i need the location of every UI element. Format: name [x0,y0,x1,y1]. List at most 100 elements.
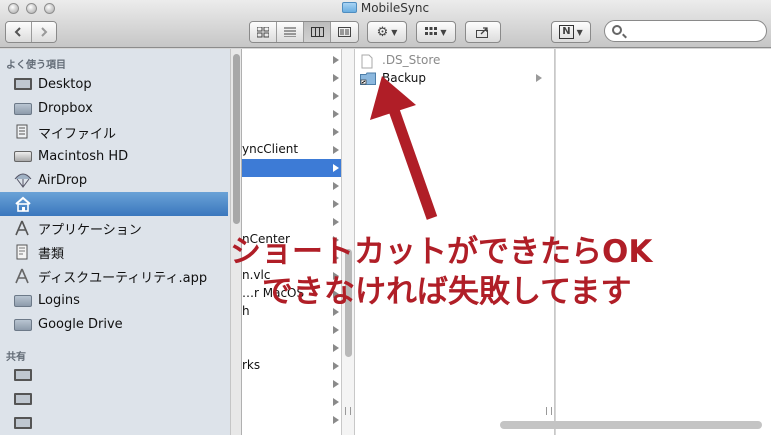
file-row-ds-store[interactable]: .DS_Store [360,51,550,69]
sidebar-item-label: マイファイル [38,126,117,142]
disclosure-arrow-icon [333,326,339,334]
icon-view-button[interactable] [250,22,277,42]
share-button[interactable] [465,21,501,43]
desktop-icon [14,78,32,90]
share-icon [476,26,488,38]
annotation-line-2: できなければ失敗してます [262,274,632,310]
column-row[interactable] [242,105,341,123]
list-view-button[interactable] [277,22,304,42]
coverflow-view-icon [338,27,351,37]
search-icon [612,25,622,35]
column-row[interactable] [242,339,341,357]
column-row-label: rks [242,358,261,372]
column-view-button[interactable] [304,22,331,42]
view-mode-control [249,21,359,43]
sidebar-item-desktop[interactable]: Desktop [0,72,228,96]
column-row[interactable] [242,123,341,141]
column-row[interactable] [242,321,341,339]
disclosure-arrow-icon [333,182,339,190]
sidebar-shared-item[interactable] [0,411,228,435]
search-input[interactable] [627,23,759,39]
dropdown-arrow-icon: ▼ [440,27,447,37]
hard-drive-icon [14,150,32,162]
disclosure-arrow-icon [333,218,339,226]
column-row[interactable] [242,51,341,69]
disclosure-arrow-icon [333,146,339,154]
sidebar-item-logins[interactable]: Logins [0,288,228,312]
column-row[interactable] [242,393,341,411]
sidebar-item-dropbox[interactable]: Dropbox [0,96,228,120]
sidebar-shared-item[interactable] [0,387,228,411]
column-resize-grip[interactable] [546,407,552,415]
n-icon: N [559,25,574,39]
column-row[interactable]: yncClient [242,141,341,159]
sidebar: よく使う項目 Desktop Dropbox マイファイル Macintosh … [0,49,230,435]
column-row[interactable]: rks [242,357,341,375]
forward-button[interactable] [31,22,56,42]
grid-icon [425,27,438,35]
sidebar-item-home[interactable] [0,192,228,216]
column-row[interactable] [242,177,341,195]
sidebar-item-label: AirDrop [38,172,88,188]
scrollbar-thumb[interactable] [233,54,240,224]
sidebar-item-airdrop[interactable]: AirDrop [0,168,228,192]
coverflow-view-button[interactable] [331,22,358,42]
sidebar-item-disk-utility[interactable]: ディスクユーティリティ.app [0,264,228,288]
folder-icon [14,103,32,115]
back-button[interactable] [6,22,32,42]
all-files-icon [14,124,32,140]
column-row[interactable] [242,69,341,87]
sidebar-item-label: アプリケーション [38,222,142,238]
sidebar-item-applications[interactable]: アプリケーション [0,216,228,240]
sidebar-item-label: Desktop [38,76,92,92]
horizontal-scrollbar[interactable] [500,421,762,429]
chevron-right-icon [41,27,48,37]
arrange-menu-button[interactable]: ▼ [416,21,456,43]
sidebar-item-label: Dropbox [38,100,93,116]
disclosure-arrow-icon [333,380,339,388]
column-row[interactable] [242,87,341,105]
column-row[interactable] [242,375,341,393]
disclosure-arrow-icon [333,56,339,64]
disclosure-arrow-icon [333,92,339,100]
sidebar-item-google-drive[interactable]: Google Drive [0,312,228,336]
file-name: .DS_Store [382,53,441,67]
chevron-left-icon [14,27,21,37]
sidebar-item-label: Logins [38,292,80,308]
applications-icon [14,220,32,236]
favorites-header: よく使う項目 [6,60,66,71]
sidebar-item-label: Google Drive [38,316,123,332]
n-menu-button[interactable]: N ▼ [551,21,591,43]
sidebar-item-all-files[interactable]: マイファイル [0,120,228,144]
column-row[interactable] [242,159,341,177]
sidebar-shared-item[interactable] [0,363,228,387]
column-row[interactable] [242,195,341,213]
airdrop-icon [14,172,32,188]
action-menu-button[interactable]: ⚙ ▼ [367,21,407,43]
window-toolbar: MobileSync ⚙ ▼ ▼ N ▼ [0,0,771,48]
folder-icon [341,2,357,13]
disclosure-arrow-icon [333,128,339,136]
computer-icon [14,417,32,429]
disclosure-arrow-icon [333,398,339,406]
dropdown-arrow-icon: ▼ [391,27,398,37]
back-forward-control [5,21,57,43]
icon-view-icon [257,26,269,37]
sidebar-item-label: 書類 [38,246,65,262]
home-icon [14,196,32,212]
dropdown-arrow-icon: ▼ [576,27,583,37]
column-row-label: h [242,304,250,318]
sidebar-item-documents[interactable]: 書類 [0,240,228,264]
column-resize-grip[interactable] [345,407,351,415]
folder-icon [14,295,32,307]
sidebar-item-macintosh-hd[interactable]: Macintosh HD [0,144,228,168]
window-title-bar: MobileSync [0,1,771,17]
disk-utility-icon [14,268,32,284]
column-row[interactable] [242,411,341,429]
search-field[interactable] [604,20,767,42]
column-row-label: yncClient [242,142,299,156]
disclosure-arrow-icon [333,164,339,172]
annotation-line-1: ショートカットができたらOK [230,234,653,270]
column-view-icon [310,27,324,37]
window-title: MobileSync [360,1,430,15]
